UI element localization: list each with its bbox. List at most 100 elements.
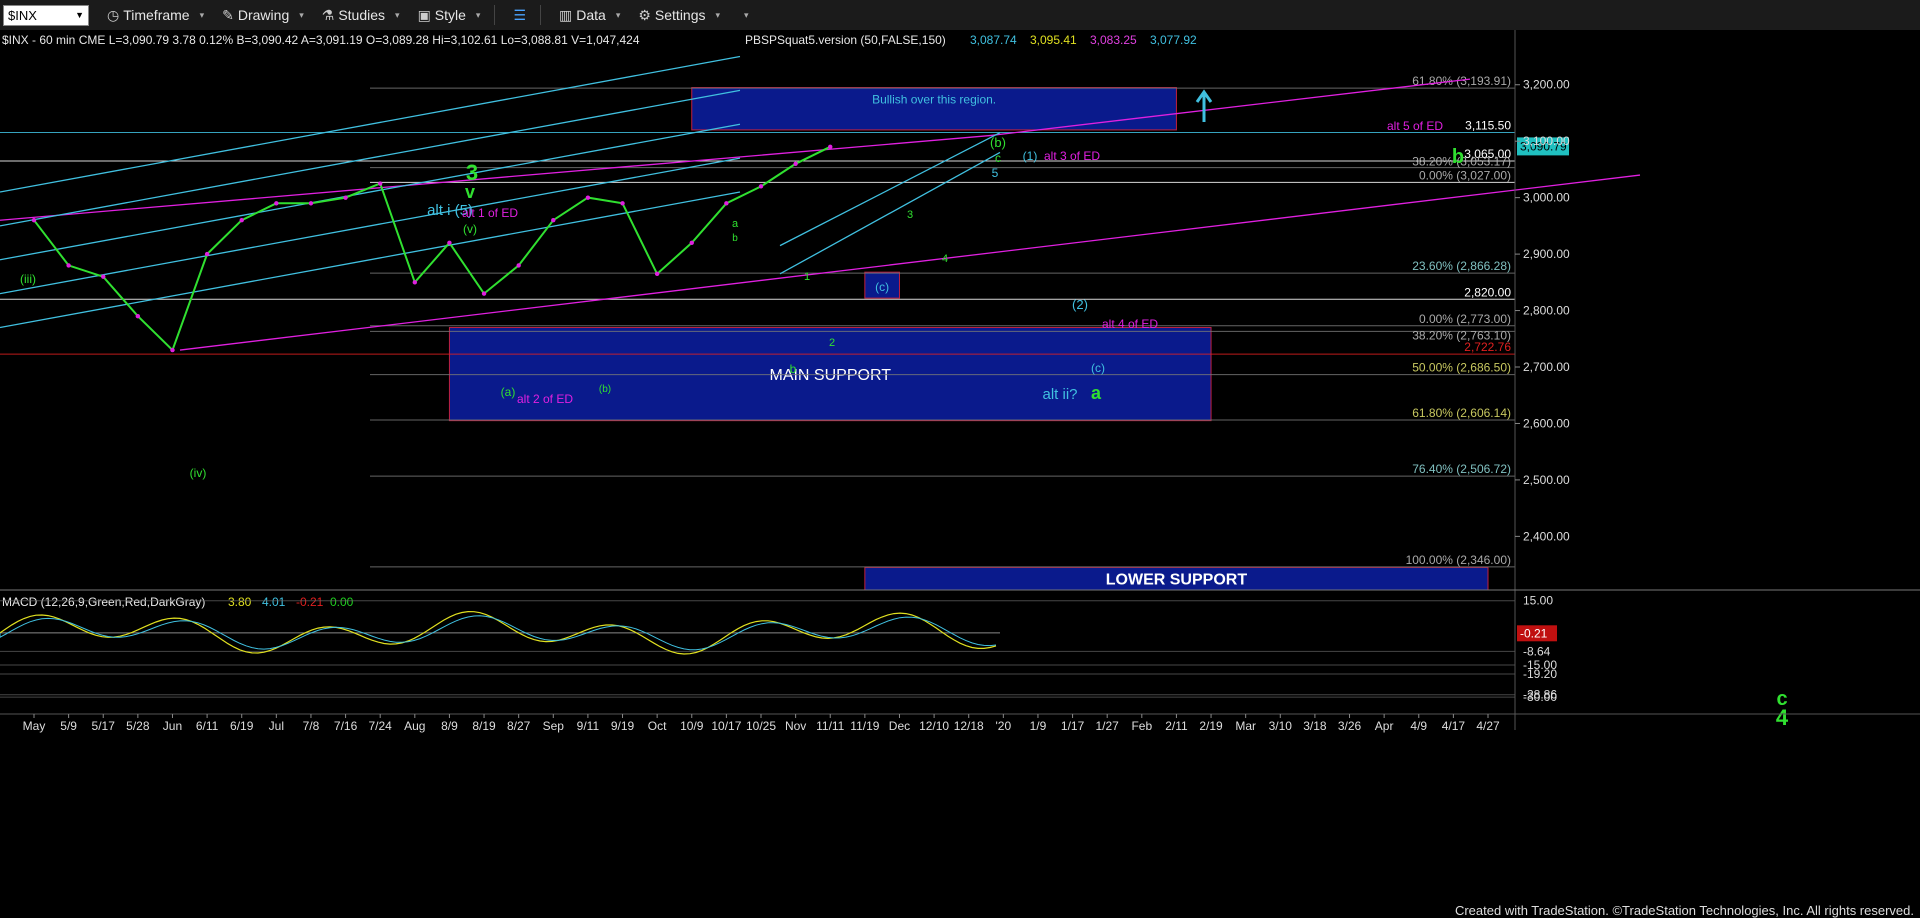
more-button[interactable]: ▾ — [738, 10, 749, 21]
drawing-button[interactable]: ✎ Drawing ▾ — [222, 7, 304, 24]
macd-tick-label: 15.00 — [1523, 594, 1553, 608]
settings-label: Settings — [654, 7, 706, 23]
layout-button[interactable]: ☰ — [513, 7, 526, 24]
price-point — [758, 184, 764, 189]
data-button[interactable]: ▥ Data ▾ — [559, 7, 620, 24]
x-tick-label: 7/16 — [334, 719, 358, 733]
x-tick-label: Sep — [543, 719, 565, 733]
price-point — [274, 201, 279, 206]
macd-value: 0.00 — [330, 595, 354, 609]
x-tick-label: 8/27 — [507, 719, 531, 733]
level-label: 100.00% (2,346.00) — [1406, 553, 1511, 567]
wave-label: (v) — [463, 222, 477, 236]
level-label: 0.00% (3,027.00) — [1419, 168, 1511, 182]
flask-icon: ⚗ — [321, 6, 335, 23]
level-label: 2,722.76 — [1464, 340, 1511, 354]
study-value-2: 3,095.41 — [1030, 33, 1077, 47]
x-tick-label: 4/17 — [1442, 719, 1466, 733]
x-tick-label: 11/11 — [816, 719, 845, 733]
price-point — [31, 218, 37, 223]
x-tick-label: Mar — [1235, 719, 1256, 733]
x-tick-label: 8/19 — [472, 719, 496, 733]
price-point — [412, 280, 418, 285]
macd-value: 4.01 — [262, 595, 286, 609]
chevron-down-icon: ▼ — [75, 10, 84, 20]
price-point — [377, 181, 383, 186]
price-point — [239, 218, 244, 223]
style-label: Style — [434, 7, 466, 23]
x-tick-label: Jun — [163, 719, 182, 733]
price-point — [793, 161, 798, 166]
study-value-1: 3,087.74 — [970, 33, 1017, 47]
x-tick-label: Nov — [785, 719, 806, 733]
wave-label: (c) — [1091, 361, 1105, 375]
price-point — [66, 263, 71, 268]
level-label: 61.80% (2,606.14) — [1412, 406, 1511, 420]
level-label: 76.40% (2,506.72) — [1412, 462, 1511, 476]
level-label: 3,115.50 — [1465, 118, 1511, 132]
data-label: Data — [576, 7, 606, 23]
price-point — [204, 251, 210, 257]
price-point — [447, 240, 452, 246]
zone-label: MAIN SUPPORT — [769, 367, 891, 384]
price-point — [516, 263, 521, 268]
timeframe-button[interactable]: ◷ Timeframe ▾ — [107, 7, 204, 24]
level-label: 61.80% (3,193.91) — [1412, 74, 1511, 88]
x-tick-label: 3/18 — [1303, 719, 1327, 733]
level-label: 23.60% (2,866.28) — [1412, 259, 1511, 273]
wave-label: a — [732, 218, 739, 230]
wave-label: a — [1091, 383, 1102, 403]
x-tick-label: '20 — [996, 719, 1012, 733]
study-value-3: 3,083.25 — [1090, 33, 1137, 47]
pencil-icon: ✎ — [222, 6, 234, 23]
macd-tick-label: -8.64 — [1523, 644, 1551, 658]
toolbar: $INX ▼ ◷ Timeframe ▾ ✎ Drawing ▾ ⚗ Studi… — [0, 0, 1920, 31]
y-tick-label: 2,700.00 — [1523, 360, 1570, 374]
price-point — [170, 347, 175, 353]
price-point — [135, 314, 141, 319]
divider — [494, 5, 496, 25]
chart-area[interactable]: Bullish over this region. MAIN SUPPORT LOW… — [0, 30, 1920, 902]
caret-icon: ▾ — [395, 9, 400, 20]
layout-icon: ☰ — [513, 6, 527, 23]
x-tick-label: 5/28 — [126, 719, 150, 733]
wave-label: (iii) — [20, 272, 36, 286]
footer-credit: Created with TradeStation. ©TradeStation… — [1454, 903, 1914, 918]
caret-icon: ▾ — [475, 9, 481, 20]
price-point — [308, 201, 314, 206]
studies-label: Studies — [338, 7, 386, 23]
x-tick-label: 2/11 — [1165, 719, 1188, 733]
symbol-selector[interactable]: $INX ▼ — [3, 4, 89, 26]
zone-label: LOWER SUPPORT — [1106, 572, 1248, 589]
wave-label: alt 4 of ED — [1102, 317, 1158, 331]
x-tick-label: Oct — [648, 719, 667, 733]
studies-button[interactable]: ⚗ Studies ▾ — [322, 7, 400, 24]
price-point — [585, 195, 591, 200]
caret-icon: ▾ — [715, 9, 721, 20]
x-tick-label: 1/9 — [1030, 719, 1047, 733]
price-point — [724, 201, 729, 206]
y-tick-label: 2,800.00 — [1523, 304, 1570, 318]
wave-label: (iv) — [190, 466, 207, 480]
price-point — [343, 195, 348, 200]
wave-label: b — [790, 362, 797, 376]
x-tick-label: 6/11 — [196, 719, 219, 733]
x-tick-label: 7/8 — [303, 719, 320, 733]
wave-label: alt 3 of ED — [1044, 149, 1100, 163]
wave-label: v — [465, 182, 475, 202]
quote-line: $INX - 60 min CME L=3,090.79 3.78 0.12% … — [2, 33, 640, 47]
price-point — [689, 240, 694, 246]
wave-label: (1) — [1023, 149, 1038, 163]
wave-label: 2 — [829, 337, 835, 349]
macd-tick-label: -19.20 — [1523, 667, 1557, 681]
wave-label: alt ii? — [1042, 386, 1077, 403]
x-tick-label: 4/9 — [1410, 719, 1427, 733]
price-point — [551, 218, 556, 223]
wave-label: 1 — [804, 271, 810, 283]
x-tick-label: 10/25 — [746, 719, 776, 733]
style-icon: ▣ — [417, 6, 431, 23]
level-label: 50.00% (2,686.50) — [1412, 361, 1511, 375]
y-tick-label: 3,100.00 — [1523, 134, 1570, 148]
style-button[interactable]: ▣ Style ▾ — [418, 7, 481, 24]
settings-button[interactable]: ⚙ Settings ▾ — [638, 7, 720, 24]
